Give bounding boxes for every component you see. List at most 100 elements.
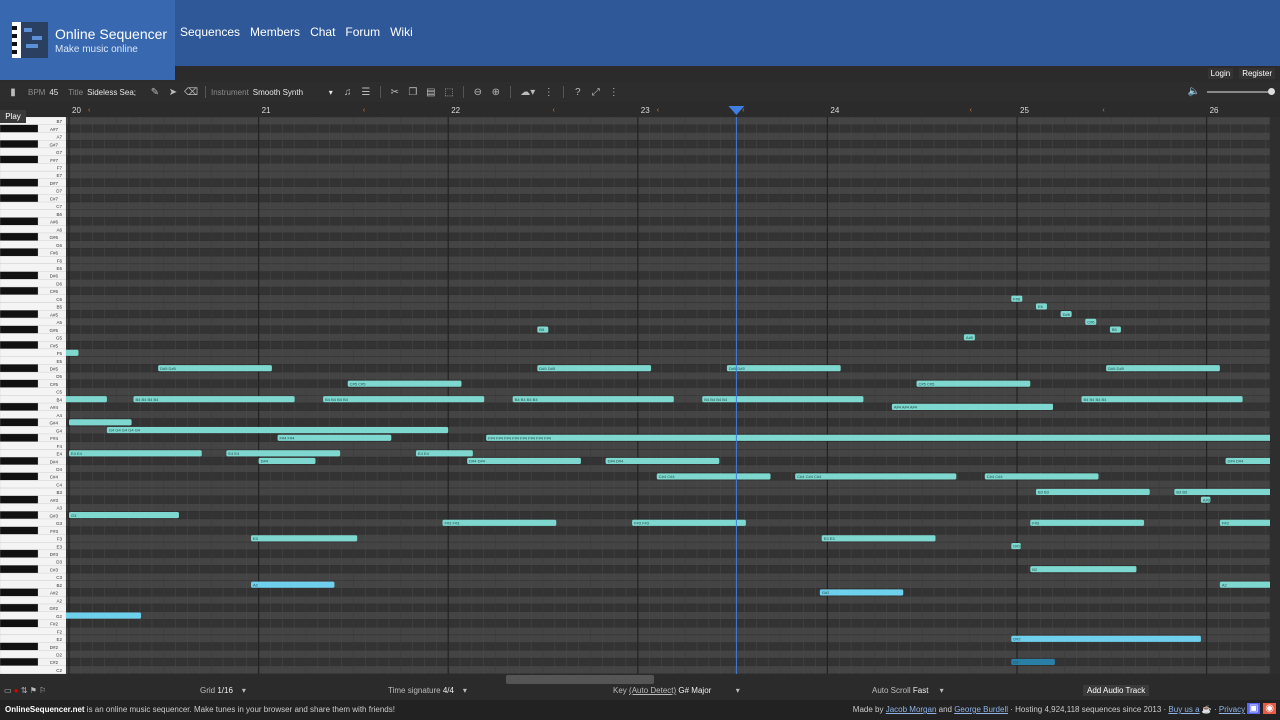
note[interactable] — [819, 589, 904, 596]
piano-key[interactable] — [0, 217, 39, 226]
social-icons[interactable]: ▣ ◉ — [1247, 703, 1276, 714]
register-link[interactable]: Register — [1239, 68, 1275, 79]
piano-key[interactable] — [0, 511, 39, 520]
piano-key[interactable] — [0, 456, 39, 465]
note[interactable] — [1011, 635, 1201, 642]
author-link-1[interactable]: Jacob Morgan — [886, 705, 937, 714]
copy-icon[interactable]: ❐ — [406, 85, 420, 99]
edit-icon[interactable]: ✎ — [148, 85, 162, 99]
note[interactable] — [1030, 566, 1137, 573]
patreon-icon[interactable]: ◉ — [1263, 703, 1276, 714]
grid-setting[interactable]: Grid 1/16 ▾ — [200, 686, 246, 695]
piano-key[interactable] — [0, 379, 39, 388]
buy-link[interactable]: Buy us a — [1168, 705, 1199, 714]
note[interactable] — [632, 519, 746, 526]
title-input[interactable]: Sideless Sea; — [87, 88, 136, 97]
note[interactable] — [251, 581, 335, 588]
note[interactable] — [66, 396, 107, 403]
zoom-in-icon[interactable]: ⊕ — [489, 85, 503, 99]
author-link-2[interactable]: George Burdell — [954, 705, 1008, 714]
note[interactable] — [442, 519, 557, 526]
piano-key[interactable] — [0, 588, 39, 597]
cut-icon[interactable]: ✂ — [388, 85, 402, 99]
piano-key[interactable] — [0, 364, 39, 373]
cloud-upload-icon[interactable]: ☁▾ — [518, 85, 538, 99]
more-icon[interactable]: ⋮ — [542, 85, 556, 99]
volume-icon[interactable]: 🔈 — [1188, 86, 1200, 97]
auto-detect-link[interactable]: (Auto Detect) — [629, 686, 676, 695]
add-audio-track-button[interactable]: Add Audio Track — [1083, 685, 1150, 696]
piano-key[interactable] — [0, 271, 39, 280]
note[interactable] — [69, 419, 132, 426]
discord-icon[interactable]: ▣ — [1247, 703, 1261, 714]
key-setting[interactable]: Key (Auto Detect) G# Major ▾ — [613, 686, 740, 695]
note[interactable] — [66, 612, 142, 619]
piano-key[interactable] — [0, 325, 39, 334]
piano-key[interactable] — [0, 232, 39, 241]
login-link[interactable]: Login — [1207, 68, 1234, 79]
panel-icons[interactable]: ▭ ● ⇅ ⚑ ⚐ — [4, 686, 46, 695]
piano-key[interactable] — [0, 124, 39, 133]
note[interactable] — [106, 427, 449, 434]
time-signature-select[interactable]: 4/4 — [443, 686, 454, 695]
volume-slider[interactable] — [1207, 88, 1275, 95]
pointer-icon[interactable]: ➤ — [166, 85, 180, 99]
piano-key[interactable] — [0, 194, 39, 203]
volume-knob[interactable] — [1268, 88, 1275, 95]
note[interactable] — [821, 535, 936, 542]
footer-site-name[interactable]: OnlineSequencer.net — [5, 705, 85, 714]
grid-canvas[interactable]: 20 21 22 23 24 25 26 D#5 D#5 D#5 D#5 D#5 D#5 D#5 D… — [66, 103, 1270, 674]
piano-key[interactable] — [0, 140, 39, 149]
piano-key[interactable] — [0, 402, 39, 411]
nav-forum[interactable]: Forum — [345, 25, 380, 39]
piano-key[interactable] — [0, 472, 39, 481]
zoom-out-icon[interactable]: ⊖ — [471, 85, 485, 99]
note[interactable] — [486, 434, 1270, 441]
piano-key[interactable] — [0, 418, 39, 427]
paste-icon[interactable]: ▤ — [424, 85, 438, 99]
note[interactable] — [277, 434, 392, 441]
piano-key[interactable] — [0, 341, 39, 350]
privacy-link[interactable]: Privacy — [1219, 705, 1245, 714]
piano-key[interactable] — [0, 526, 39, 535]
note[interactable] — [1035, 488, 1150, 495]
piano-key[interactable] — [0, 286, 39, 295]
piano-key[interactable] — [0, 248, 39, 257]
play-toggle-icon[interactable]: ▮ — [6, 85, 20, 99]
piano-key[interactable] — [0, 603, 39, 612]
nav-wiki[interactable]: Wiki — [390, 25, 413, 39]
key-select[interactable]: G# Major — [678, 686, 711, 695]
note[interactable] — [69, 450, 202, 457]
nav-members[interactable]: Members — [250, 25, 300, 39]
piano-key[interactable] — [0, 495, 39, 504]
time-signature-setting[interactable]: Time signature 4/4 ▾ — [388, 686, 467, 695]
horizontal-scrollbar[interactable] — [506, 675, 654, 684]
vertical-scrollbar[interactable] — [1270, 117, 1280, 674]
grid-select[interactable]: 1/16 — [217, 686, 233, 695]
piano-keyboard[interactable]: B7 A#7 A7 G#7 G7 F#7 F7 E7 D#7 D7 C#7 C7 B6 A#6 A6 G#6 G… — [0, 117, 66, 674]
note[interactable] — [66, 349, 79, 356]
note[interactable] — [69, 512, 179, 519]
more-icon[interactable]: ⋮ — [607, 85, 621, 99]
help-icon[interactable]: ? — [571, 85, 585, 99]
eraser-icon[interactable]: ⌫ — [184, 85, 198, 99]
instrument-settings-icon[interactable]: ♫ — [341, 85, 355, 99]
sequencer-grid[interactable]: 20 21 22 23 24 25 26 D#5 D#5 D#5 D#5 D#5 D#5 D#5 D… — [66, 103, 1270, 674]
note[interactable] — [251, 535, 358, 542]
piano-key[interactable] — [0, 178, 39, 187]
site-title[interactable]: Online Sequencer — [55, 26, 167, 42]
piano-key[interactable] — [0, 565, 39, 574]
note[interactable] — [1219, 581, 1270, 588]
note[interactable] — [226, 450, 341, 457]
piano-key[interactable] — [0, 549, 39, 558]
sliders-icon[interactable]: ☰ — [359, 85, 373, 99]
play-button[interactable]: Play — [0, 110, 26, 123]
bpm-input[interactable]: 45 — [49, 88, 58, 97]
instrument-select[interactable]: Smooth Synth ▾ — [253, 86, 333, 98]
piano-key[interactable] — [0, 155, 39, 164]
nav-sequences[interactable]: Sequences — [180, 25, 240, 39]
piano-key[interactable] — [0, 433, 39, 442]
piano-key[interactable] — [0, 657, 39, 666]
piano-key[interactable] — [0, 619, 39, 628]
note[interactable] — [1030, 519, 1145, 526]
